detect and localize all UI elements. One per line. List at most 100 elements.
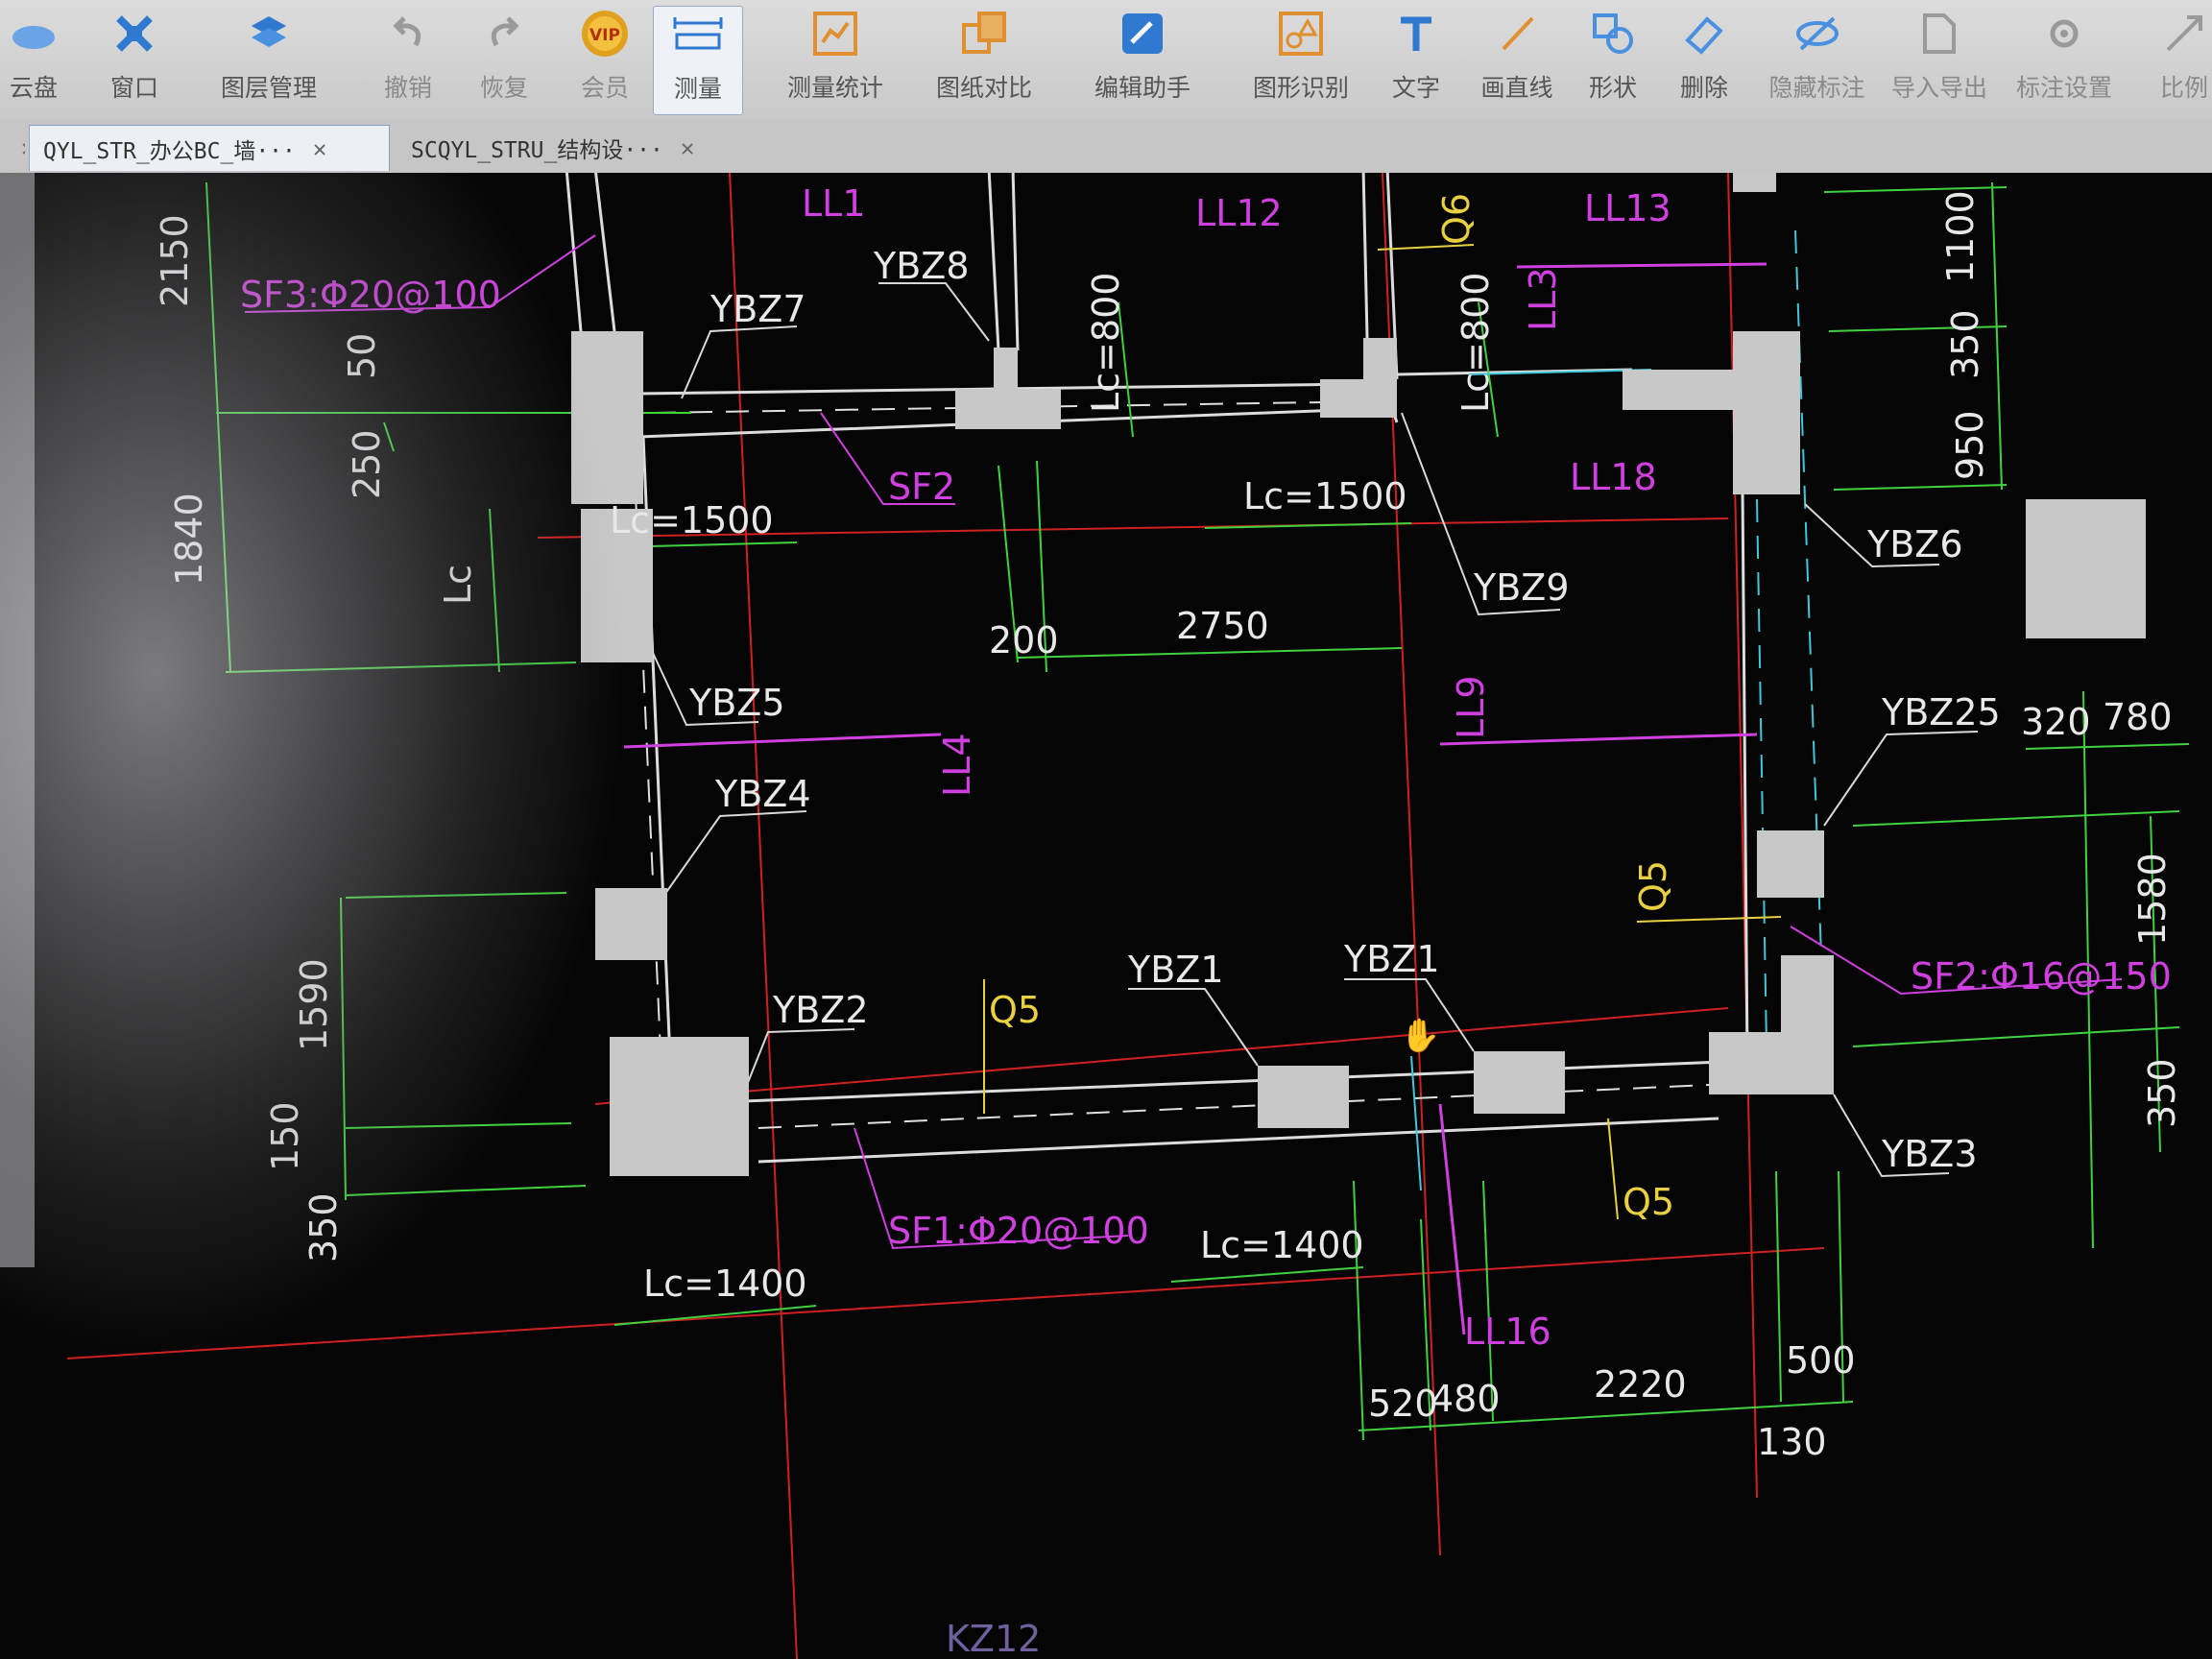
toolbar-item-vip[interactable]: VIP 会员 <box>566 6 643 113</box>
column-block-ybz8[interactable] <box>994 348 1018 394</box>
rebar-note[interactable]: SF2:Φ16@150 <box>1911 955 2172 998</box>
toolbar-item-shape-recognition[interactable]: 图形识别 <box>1238 6 1363 113</box>
rebar-note[interactable]: SF3:Φ20@100 <box>240 274 501 316</box>
wall-label[interactable]: Q5 <box>1632 860 1674 912</box>
drawing-canvas[interactable]: .t{font-family:"DejaVu Sans",sans-serif;… <box>0 173 2212 1659</box>
dimension-line <box>613 1305 817 1326</box>
column-label[interactable]: YBZ25 <box>1881 691 2001 733</box>
tab-scqyl-stru[interactable]: SCQYL_STRU_结构设··· ✕ <box>397 125 743 171</box>
column-label[interactable]: YBZ1 <box>1127 949 1224 991</box>
dimension-text[interactable]: 50 <box>341 333 383 379</box>
toolbar-item-ruler[interactable]: 测量 <box>653 6 743 115</box>
dimension-text[interactable]: 500 <box>1786 1339 1856 1382</box>
wall-label[interactable]: Q5 <box>1623 1181 1674 1223</box>
lc-label[interactable]: Lc=800 <box>1085 273 1127 413</box>
beam-label[interactable]: LL18 <box>1570 456 1657 498</box>
column-label[interactable]: YBZ9 <box>1473 566 1570 609</box>
beam-label[interactable]: LL16 <box>1464 1310 1551 1353</box>
toolbar-item-hide-annotation[interactable]: 隐藏标注 <box>1757 6 1877 113</box>
wall-label[interactable]: Q6 <box>1435 193 1478 245</box>
dimension-text[interactable]: 1840 <box>168 493 210 586</box>
column-label[interactable]: YBZ7 <box>709 288 806 330</box>
partial-label[interactable]: KZ12 <box>946 1618 1041 1659</box>
dimension-text[interactable]: 480 <box>1431 1378 1501 1420</box>
dimension-text[interactable]: 1580 <box>2131 853 2174 946</box>
dimension-text[interactable]: 320 <box>2021 701 2091 743</box>
dimension-text[interactable]: 200 <box>989 619 1059 661</box>
dimension-text[interactable]: 2220 <box>1594 1363 1687 1406</box>
toolbar-item-text[interactable]: 文字 <box>1378 6 1455 113</box>
toolbar-item-cloud[interactable]: 云盘 <box>0 6 67 113</box>
wall-label[interactable]: Q5 <box>989 989 1041 1031</box>
column-block-ybz6[interactable] <box>1733 331 1800 494</box>
dimension-text[interactable]: 350 <box>302 1192 345 1262</box>
dimension-text[interactable]: 250 <box>346 429 388 499</box>
dimension-text[interactable]: 2750 <box>1176 605 1269 647</box>
offscreen-block[interactable] <box>2026 499 2146 638</box>
column-block[interactable] <box>1733 173 1776 192</box>
toolbar-item-label: 编辑助手 <box>1094 74 1190 102</box>
column-block-ybz25[interactable] <box>1757 830 1824 898</box>
column-block[interactable] <box>1623 370 1738 410</box>
column-block-ybz9[interactable] <box>1363 338 1397 386</box>
beam-label[interactable]: LL12 <box>1195 192 1283 234</box>
beam-label[interactable]: LL9 <box>1450 675 1492 739</box>
dimension-line <box>489 508 500 673</box>
toolbar-item-compare[interactable]: 图纸对比 <box>922 6 1046 113</box>
dimension-text[interactable]: 1100 <box>1939 190 1982 283</box>
toolbar-item-annotation-settings[interactable]: 标注设置 <box>2011 6 2117 113</box>
column-block-ybz8[interactable] <box>955 389 1061 429</box>
toolbar-item-scale[interactable]: 比例 <box>2141 6 2212 113</box>
toolbar-item-edit-assistant[interactable]: 编辑助手 <box>1080 6 1205 113</box>
dimension-text[interactable]: 950 <box>1949 410 1991 480</box>
toolbar-item-measure-stats[interactable]: 测量统计 <box>768 6 902 113</box>
lc-label[interactable]: Lc=1400 <box>643 1262 807 1305</box>
toolbar-item-redo[interactable]: 恢复 <box>461 6 547 113</box>
dimension-text[interactable]: 520 <box>1368 1382 1438 1425</box>
column-label[interactable]: YBZ8 <box>873 245 970 287</box>
lc-label[interactable]: Lc <box>437 565 479 605</box>
toolbar-item-layers[interactable]: 图层管理 <box>202 6 336 113</box>
column-block-ybz4[interactable] <box>595 888 667 960</box>
lc-label[interactable]: Lc=1500 <box>1243 475 1407 517</box>
column-block-ybz1[interactable] <box>1474 1051 1565 1114</box>
toolbar-item-line[interactable]: 画直线 <box>1469 6 1565 113</box>
dimension-text[interactable]: 350 <box>2141 1058 2183 1128</box>
axis-line <box>66 1247 1825 1359</box>
column-block-ybz3[interactable] <box>1781 955 1834 1042</box>
beam-label[interactable]: LL3 <box>1522 267 1564 331</box>
column-label[interactable]: YBZ3 <box>1881 1133 1978 1175</box>
dimension-text[interactable]: 150 <box>264 1101 306 1171</box>
column-label[interactable]: YBZ2 <box>772 989 869 1031</box>
toolbar-item-shape[interactable]: 形状 <box>1575 6 1651 113</box>
lc-label[interactable]: Lc=1500 <box>610 499 774 541</box>
dimension-text[interactable]: 2150 <box>154 214 196 307</box>
rebar-note[interactable]: SF2 <box>888 466 955 508</box>
column-block-ybz1[interactable] <box>1258 1066 1349 1128</box>
column-block-ybz2[interactable] <box>610 1037 749 1176</box>
column-label[interactable]: YBZ6 <box>1866 523 1963 565</box>
dimension-text[interactable]: 1590 <box>293 958 335 1051</box>
dimension-text[interactable]: 130 <box>1757 1421 1827 1463</box>
column-block-ybz7[interactable] <box>571 331 643 504</box>
column-label[interactable]: YBZ4 <box>714 773 811 815</box>
toolbar-item-eraser[interactable]: 删除 <box>1666 6 1743 113</box>
toolbar-item-undo[interactable]: 撤销 <box>365 6 451 113</box>
beam-label[interactable]: LL4 <box>936 733 978 797</box>
dimension-line <box>345 1122 572 1129</box>
lc-label[interactable]: Lc=800 <box>1455 273 1497 413</box>
lc-label[interactable]: Lc=1400 <box>1200 1224 1364 1266</box>
toolbar-item-import-export[interactable]: 导入导出 <box>1887 6 1992 113</box>
tab-closed-partial[interactable]: ✕ <box>0 125 25 171</box>
toolbar-item-window[interactable]: 窗口 <box>96 6 173 113</box>
tab-qyl-str[interactable]: QYL_STR_办公BC_墙··· ✕ <box>29 125 390 171</box>
tab-close-icon[interactable]: ✕ <box>681 134 694 161</box>
dimension-text[interactable]: 780 <box>2103 696 2173 738</box>
dimension-text[interactable]: 350 <box>1944 309 1986 379</box>
column-label[interactable]: YBZ5 <box>688 682 785 724</box>
tab-close-icon[interactable]: ✕ <box>313 135 326 162</box>
rebar-note[interactable]: SF1:Φ20@100 <box>888 1210 1149 1252</box>
beam-label[interactable]: LL1 <box>802 182 866 225</box>
column-label[interactable]: YBZ1 <box>1343 938 1440 980</box>
beam-label[interactable]: LL13 <box>1584 187 1671 229</box>
